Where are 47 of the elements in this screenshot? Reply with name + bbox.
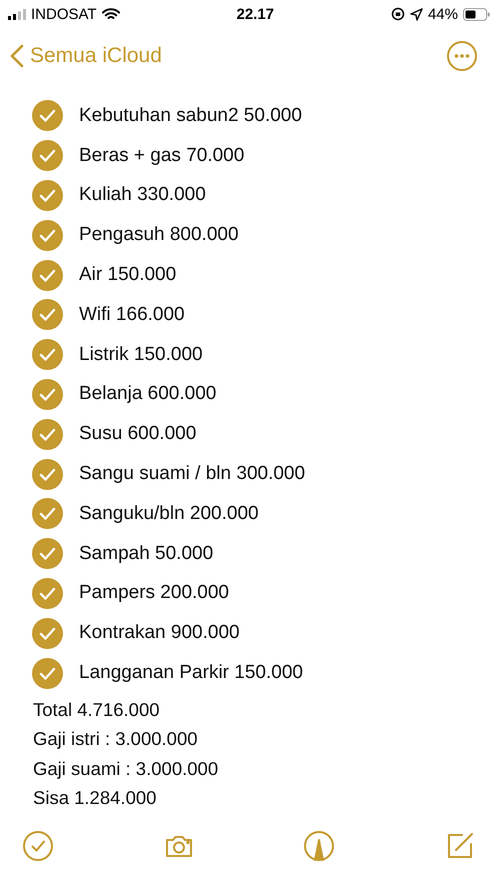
checklist-item-text: Air 150.000 (79, 264, 176, 286)
note-line: Gaji istri : 3.000.000 (33, 727, 199, 752)
back-link[interactable]: Semua iCloud (10, 44, 162, 68)
battery-icon (462, 8, 490, 20)
markup-button[interactable] (303, 830, 336, 862)
checklist-item-text: Pampers 200.000 (79, 582, 229, 604)
checklist-item-text: Sampah 50.000 (79, 542, 214, 565)
checklist-item-text: Belanja 600.000 (79, 383, 216, 406)
checklist-item-text: Kontrakan 900.000 (79, 622, 240, 644)
checkbox[interactable] (32, 180, 63, 211)
checklist-item-text: Pengasuh 800.000 (79, 224, 239, 246)
checklist-item-text: Kuliah 330.000 (79, 184, 206, 206)
checkbox[interactable] (32, 578, 63, 609)
checkbox[interactable] (32, 140, 63, 172)
checklist-item-text: Wifi 166.000 (79, 304, 185, 326)
checklist-item-text: Sangu suami / bln 300.000 (79, 463, 306, 486)
carrier-name: INDOSAT (31, 6, 97, 22)
checkbox[interactable] (32, 458, 63, 490)
checkbox[interactable] (32, 498, 63, 530)
checkbox[interactable] (32, 538, 63, 570)
checklist-item-text: Listrik 150.000 (79, 344, 203, 366)
checkbox[interactable] (32, 299, 63, 330)
note-line: Sisa 1.284.000 (33, 786, 158, 810)
checklist-item-text: Sanguku/bln 200.000 (79, 502, 259, 525)
checkbox[interactable] (32, 339, 63, 370)
checklist-item-text: Beras + gas 70.000 (79, 144, 244, 167)
checklist-item-text: Kebutuhan sabun2 50.000 (79, 104, 302, 127)
checkbox[interactable] (32, 260, 63, 291)
checklist-item-text: Langganan Parkir 150.000 (79, 662, 303, 684)
chevron-left-icon (10, 44, 24, 68)
checkbox[interactable] (32, 658, 63, 689)
more-button[interactable] (446, 40, 478, 72)
checkbox[interactable] (32, 618, 63, 649)
battery-percent: 44% (428, 6, 458, 22)
checkbox[interactable] (32, 100, 63, 132)
checkbox[interactable] (32, 378, 63, 410)
signal-icon (8, 8, 26, 20)
checkbox[interactable] (32, 220, 63, 251)
clock-time: 22.17 (236, 6, 274, 22)
checkbox[interactable] (32, 418, 63, 450)
location-arrow-icon (410, 8, 423, 20)
checklist-button[interactable] (22, 830, 54, 862)
note-line: Gaji suami : 3.000.000 (33, 756, 220, 781)
rotation-lock-icon (390, 7, 405, 21)
note-line: Total 4.716.000 (33, 698, 161, 722)
wifi-icon (102, 8, 120, 20)
checklist-item-text: Susu 600.000 (79, 423, 196, 446)
